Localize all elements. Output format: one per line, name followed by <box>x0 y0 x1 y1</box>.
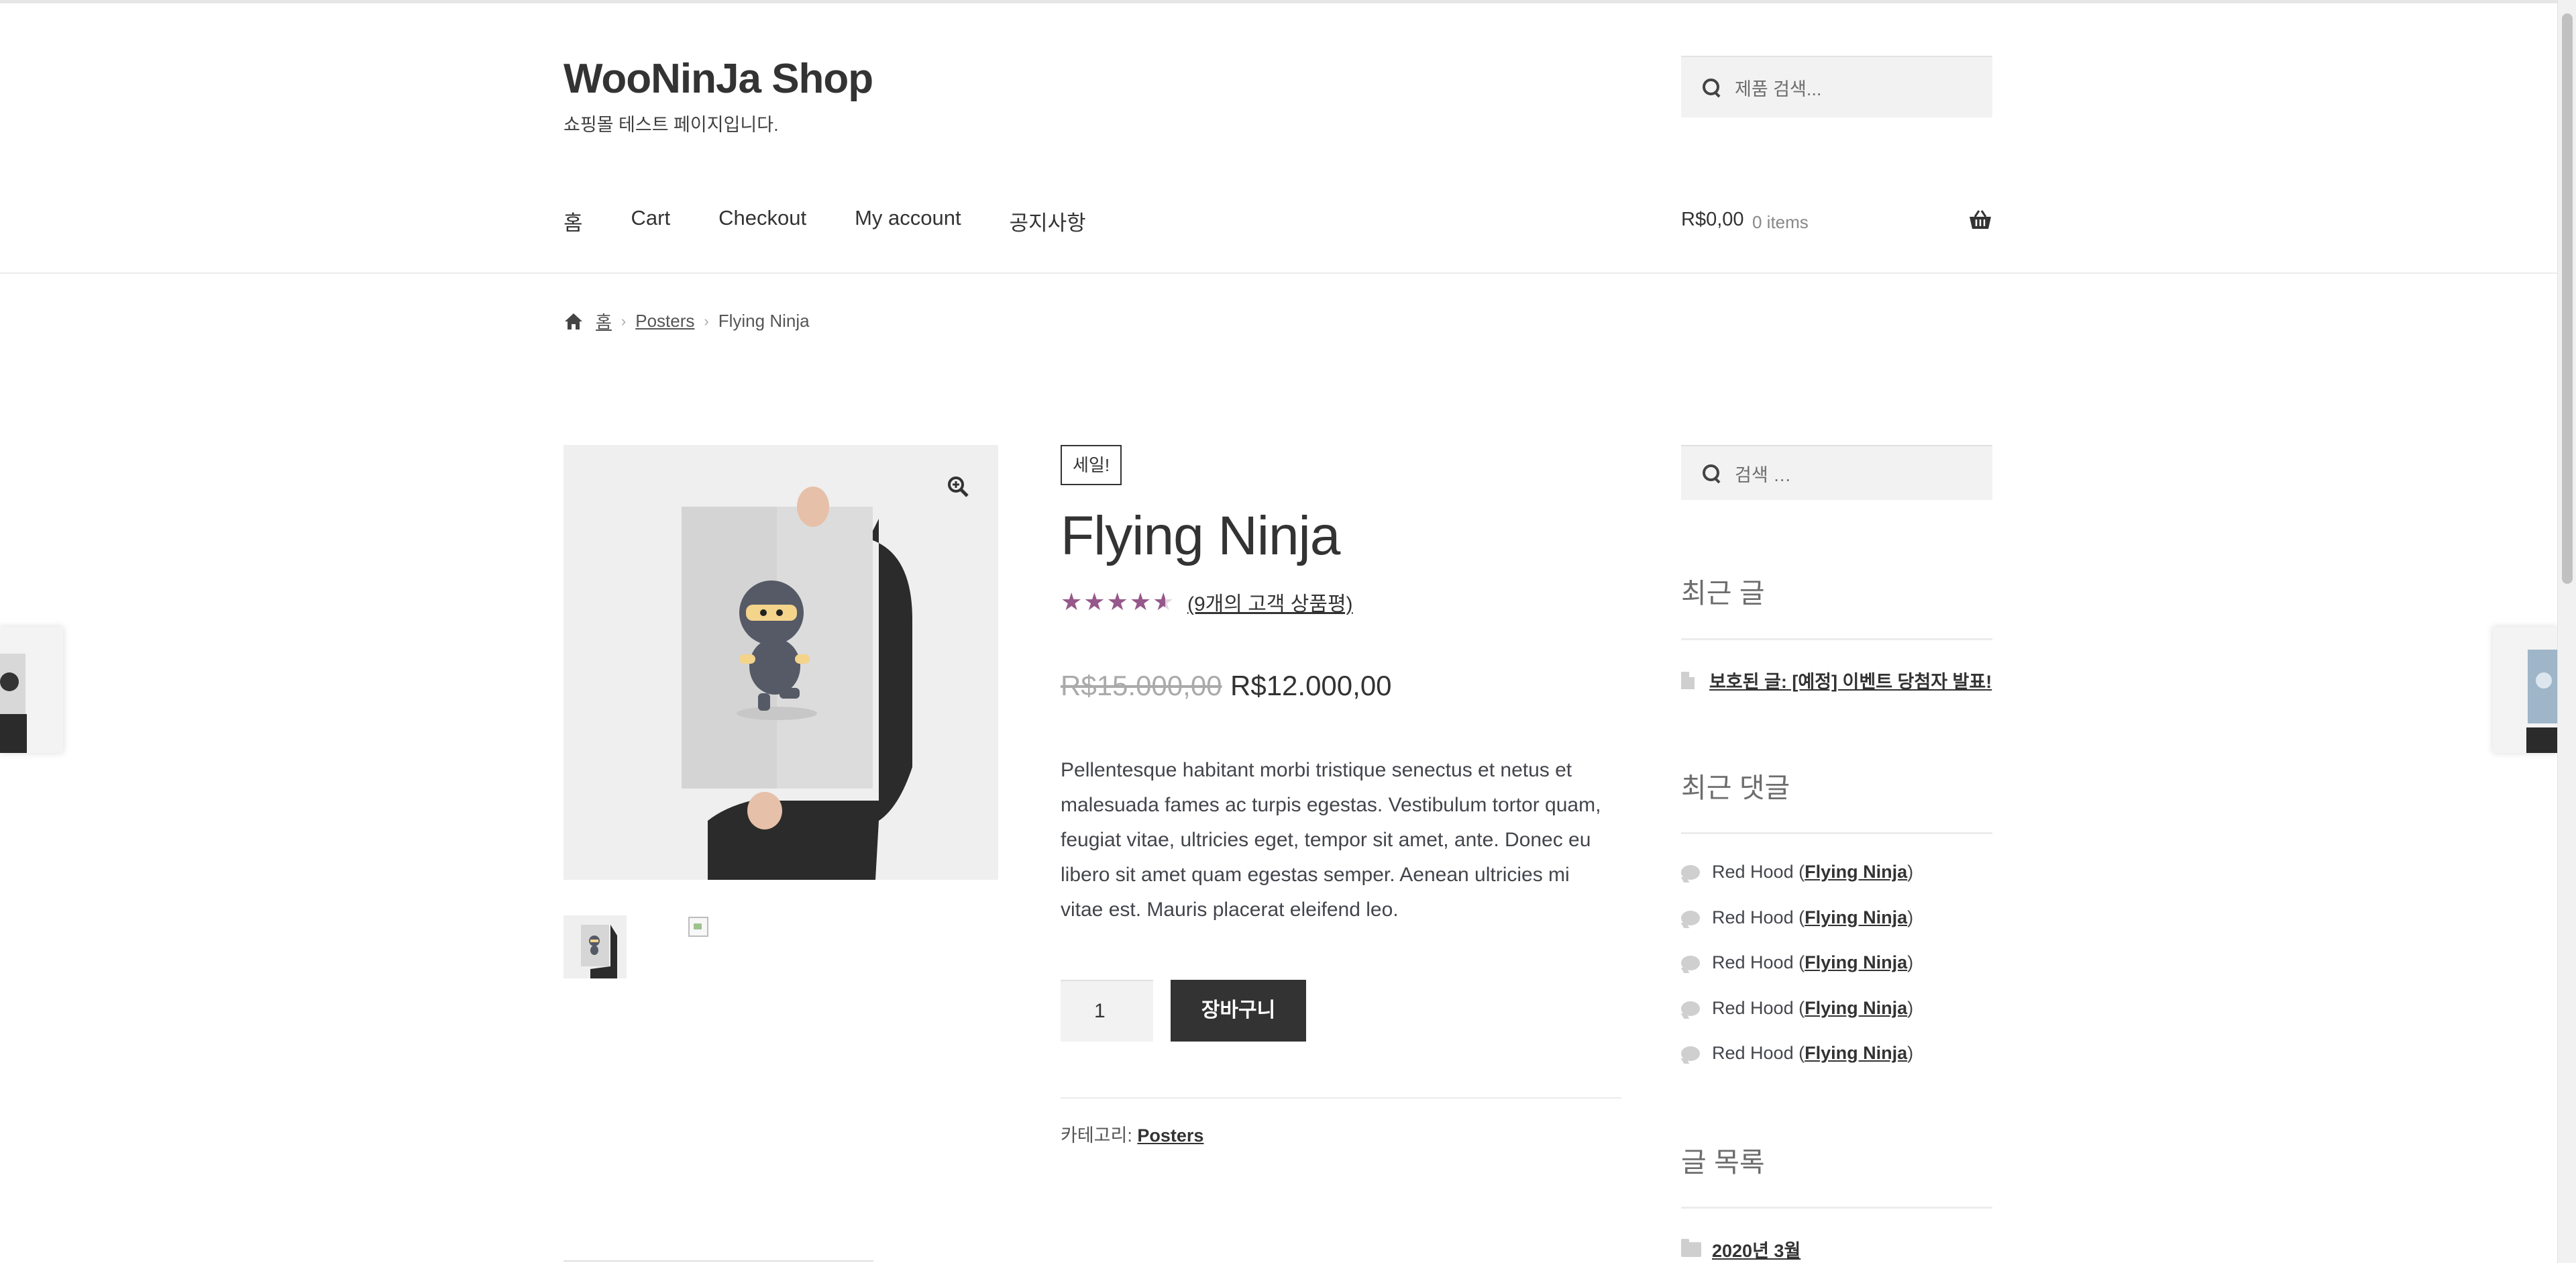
comment-post-link[interactable]: Flying Ninja <box>1805 862 1907 882</box>
category-link[interactable]: Posters <box>1137 1125 1203 1146</box>
product-thumbnail-broken-image[interactable] <box>688 917 708 937</box>
header-divider <box>0 272 2557 274</box>
product-main-image[interactable] <box>564 445 998 880</box>
zoom-in-icon[interactable] <box>946 474 970 499</box>
quantity-input[interactable]: 1 <box>1061 980 1153 1042</box>
star-rating-fill: ★★★★★ <box>1061 588 1166 615</box>
product-category: 카테고리: Posters <box>1061 1121 1203 1147</box>
next-product-image <box>2493 627 2557 753</box>
flying-ninja-thumbnail-image <box>564 915 627 978</box>
nav-item-my-account[interactable]: My account <box>855 206 961 236</box>
recent-comment-item: Red Hood (Flying Ninja) <box>1681 952 1913 973</box>
add-to-cart-button[interactable]: 장바구니 <box>1171 980 1306 1042</box>
review-count-link[interactable]: (9개의 고객 상품평) <box>1187 587 1353 617</box>
comment-author: Red Hood <box>1712 998 1794 1018</box>
archive-link[interactable]: 2020년 3월 <box>1712 1236 1801 1262</box>
breadcrumb-category[interactable]: Posters <box>635 311 694 332</box>
nav-item-cart[interactable]: Cart <box>631 206 671 236</box>
recent-comment-item: Red Hood (Flying Ninja) <box>1681 907 1913 928</box>
primary-navigation: 홈 Cart Checkout My account 공지사항 <box>564 206 1134 236</box>
comment-icon <box>1681 955 1700 970</box>
page-scrollbar[interactable] <box>2557 0 2576 1263</box>
previous-product-image <box>0 627 63 753</box>
nav-item-home[interactable]: 홈 <box>564 206 583 236</box>
archive-item: 2020년 3월 <box>1681 1236 1801 1262</box>
next-product-link[interactable] <box>2493 627 2557 753</box>
breadcrumb: 홈 › Posters › Flying Ninja <box>564 309 810 334</box>
regular-price: R$15.000,00 <box>1061 670 1222 701</box>
recent-comment-item: Red Hood (Flying Ninja) <box>1681 998 1913 1019</box>
product-short-description: Pellentesque habitant morbi tristique se… <box>1061 759 1601 921</box>
recent-post-item: 보호된 글: [예정] 이벤트 당첨자 발표! <box>1681 667 1992 693</box>
header-cart-count[interactable]: 0 items <box>1752 212 1809 233</box>
chevron-right-icon: › <box>621 312 627 330</box>
nav-item-checkout[interactable]: Checkout <box>718 206 806 236</box>
site-title[interactable]: WooNinJa Shop <box>564 55 873 103</box>
comment-post-link[interactable]: Flying Ninja <box>1805 907 1907 928</box>
product-title: Flying Ninja <box>1061 505 1340 566</box>
widget-divider <box>1681 1207 1992 1209</box>
archives-title: 글 목록 <box>1681 1147 1765 1178</box>
tabs-divider <box>564 1260 873 1262</box>
comment-post-link[interactable]: Flying Ninja <box>1805 998 1907 1019</box>
comment-author: Red Hood <box>1712 862 1794 882</box>
comment-icon <box>1681 1046 1700 1061</box>
breadcrumb-home[interactable]: 홈 <box>596 309 612 334</box>
comment-post-link[interactable]: Flying Ninja <box>1805 952 1907 973</box>
document-icon <box>1681 671 1695 689</box>
recent-posts-title: 최근 글 <box>1681 578 1765 609</box>
sidebar-search-placeholder: 검색 … <box>1735 464 1792 485</box>
flying-ninja-poster-image <box>564 445 998 880</box>
widget-divider <box>1681 832 1992 834</box>
sidebar-search-input[interactable]: 검색 … <box>1681 445 1992 500</box>
folder-icon <box>1681 1238 1701 1257</box>
product-search-input[interactable]: 제품 검색... <box>1681 56 1992 117</box>
top-border <box>0 0 2557 3</box>
comment-icon <box>1681 910 1700 925</box>
chevron-right-icon: › <box>704 312 709 330</box>
product-meta-divider <box>1061 1097 1621 1099</box>
header-cart-total[interactable]: R$0,00 <box>1681 209 1744 231</box>
search-icon <box>1701 463 1721 483</box>
sale-badge: 세일! <box>1061 445 1122 485</box>
previous-product-link[interactable] <box>0 627 63 753</box>
recent-comments-title: 최근 댓글 <box>1681 772 1790 803</box>
recent-post-link[interactable]: 보호된 글: [예정] 이벤트 당첨자 발표! <box>1709 667 1992 693</box>
category-label: 카테고리: <box>1061 1125 1132 1146</box>
comment-author: Red Hood <box>1712 952 1794 972</box>
recent-comment-item: Red Hood (Flying Ninja) <box>1681 1043 1913 1064</box>
comment-icon <box>1681 1001 1700 1016</box>
search-icon <box>1701 77 1721 97</box>
home-icon <box>565 313 582 330</box>
star-rating: ★★★★★ ★★★★★ <box>1061 588 1175 616</box>
product-search-placeholder: 제품 검색... <box>1735 79 1822 99</box>
comment-icon <box>1681 864 1700 880</box>
nav-item-notice[interactable]: 공지사항 <box>1010 206 1086 236</box>
widget-divider <box>1681 638 1992 640</box>
comment-post-link[interactable]: Flying Ninja <box>1805 1043 1907 1064</box>
basket-icon[interactable] <box>1968 209 1992 231</box>
site-description: 쇼핑몰 테스트 페이지입니다. <box>564 115 779 135</box>
recent-comment-item: Red Hood (Flying Ninja) <box>1681 862 1913 882</box>
scrollbar-thumb[interactable] <box>2562 13 2573 584</box>
comment-author: Red Hood <box>1712 1043 1794 1063</box>
sale-price: R$12.000,00 <box>1230 670 1392 701</box>
breadcrumb-current: Flying Ninja <box>718 311 810 331</box>
product-thumbnail[interactable] <box>564 915 627 978</box>
comment-author: Red Hood <box>1712 907 1794 927</box>
